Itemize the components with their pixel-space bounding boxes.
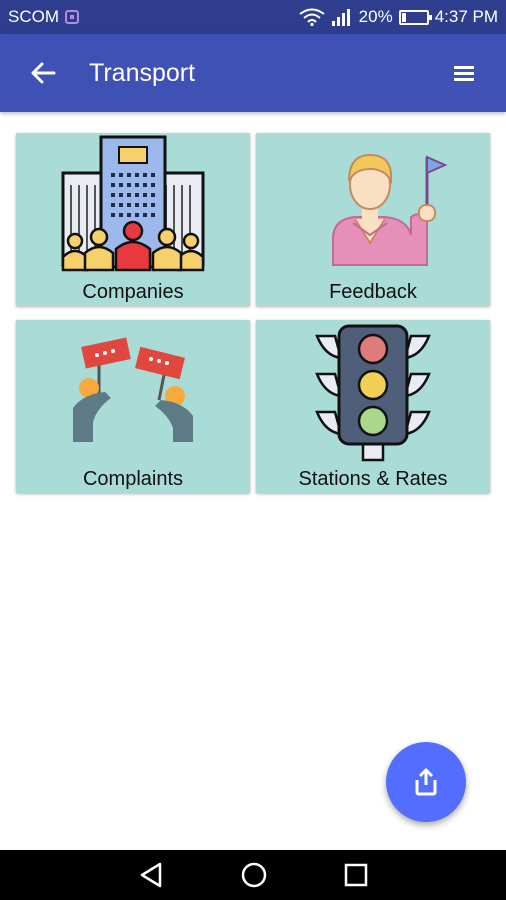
status-time: 4:37 PM [434,7,498,26]
companies-tile[interactable]: Companies [16,133,250,306]
arrow-left-icon [31,62,56,84]
wifi-icon [299,8,325,26]
tile-label: Companies [82,281,184,303]
carrier-sim-icon [65,10,79,24]
home-circle-icon[interactable] [240,861,268,889]
companies-icon [61,135,205,272]
battery-percent: 20% [358,7,393,26]
system-nav-bar [0,850,506,900]
signal-icon [331,9,350,26]
status-bar: SCOM 20% 4:37 PM [0,0,506,34]
tile-label: Stations & Rates [298,468,448,490]
menu-button[interactable] [444,53,484,93]
share-button[interactable] [386,742,466,822]
traffic-light-icon [315,324,431,462]
app-bar: Transport [0,34,506,112]
feedback-tile[interactable]: Feedback [256,133,490,306]
back-triangle-icon[interactable] [138,862,164,888]
tile-label: Complaints [82,468,184,490]
back-button[interactable] [15,45,71,101]
complaints-icon [73,337,193,442]
feedback-icon [332,153,448,266]
recents-square-icon[interactable] [344,863,368,887]
carrier-name: SCOM [8,7,59,26]
menu-icon [454,66,474,81]
tile-label: Feedback [329,281,417,303]
stations-rates-tile[interactable]: Stations & Rates [256,320,490,493]
share-icon [415,768,437,796]
battery-icon [398,9,432,25]
transport-menu-grid: Companies Feedback Complaints Stations &… [16,133,490,493]
complaints-tile[interactable]: Complaints [16,320,250,493]
page-title: Transport [89,58,196,87]
